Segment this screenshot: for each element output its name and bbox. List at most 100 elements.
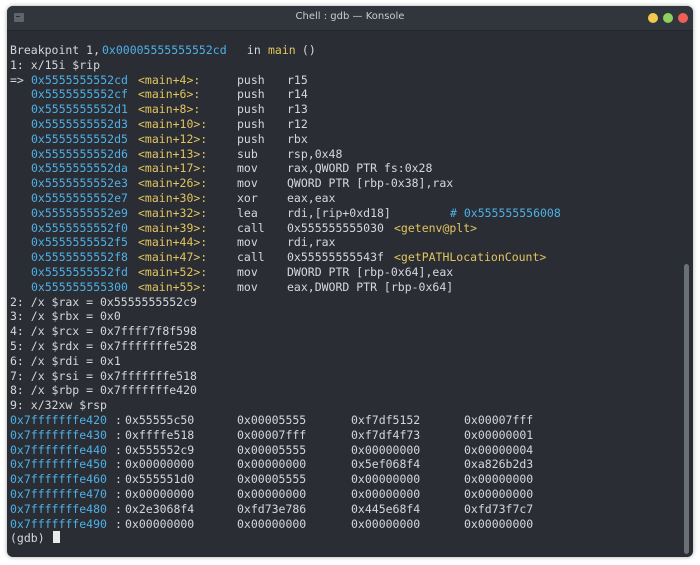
instruction-operands: rsp,0x48: [287, 146, 343, 161]
memory-word: 0x00007fff: [237, 427, 307, 442]
maximize-button[interactable]: [663, 13, 673, 23]
memory-address: 0x7fffffffe490: [10, 516, 107, 531]
memory-word: 0x00005555: [237, 442, 307, 457]
memory-word: 0xfd73f7c7: [464, 501, 534, 516]
memory-row: 0x7fffffffe470:0x00000000 0x00000000 0x000…: [10, 487, 680, 502]
instruction-operands: 0x55555555543f: [287, 250, 384, 265]
memory-word: 0x00000000: [125, 486, 195, 501]
register-display-line: 4: /x $rcx = 0x7ffff7f8f598: [10, 324, 680, 339]
scrollbar[interactable]: [684, 264, 689, 554]
instruction-opcode: mov: [237, 264, 258, 279]
instruction-address: 0x5555555552e7: [31, 190, 128, 205]
register-value: 5: /x $rdx = 0x7fffffffe528: [10, 338, 197, 353]
memory-word: 0x00000000: [237, 486, 307, 501]
memory-word: 0x00000000: [237, 516, 307, 531]
instruction-symbol: <main+4>:: [138, 72, 201, 87]
disassembly-line: 0x5555555552e9 <main+32>: lea rdi,[rip+0xd1…: [10, 206, 680, 221]
memory-address: 0x7fffffffe470: [10, 486, 107, 501]
memory-row: 0x7fffffffe490: 0x00000000 0x00000000 0x000…: [10, 517, 680, 532]
register-display-line: 5: /x $rdx = 0x7fffffffe528: [10, 339, 680, 354]
disassembly-line: 0x5555555552da <main+17>: mov rax,QWORD PTR…: [10, 161, 680, 176]
memory-address-colon: :: [115, 516, 122, 531]
memory-row: 0x7fffffffe430:0xffffe518 0x00007fff 0xf7d…: [10, 428, 680, 443]
text-cursor: [53, 531, 60, 544]
instruction-symbol: <main+32>:: [138, 205, 208, 220]
instruction-opcode: sub: [237, 146, 258, 161]
memory-address-colon: :: [115, 472, 122, 487]
memory-word: 0x00000000: [351, 516, 421, 531]
title-bar[interactable]: Chell : gdb — Konsole: [7, 6, 693, 31]
instruction-opcode: push: [237, 72, 265, 87]
memory-row: 0x7fffffffe420:0x55555c50 0x00005555 0xf7d…: [10, 413, 680, 428]
memory-row: 0x7fffffffe480:0x2e3068f4 0xfd73e786 0x445…: [10, 502, 680, 517]
disassembly-line: => 0x5555555552cd <main+4>: push r15: [10, 73, 680, 88]
memory-address: 0x7fffffffe450: [10, 457, 107, 472]
instruction-address: 0x5555555552e9: [31, 205, 128, 220]
memory-row: 0x7fffffffe440:0x555552c9 0x00005555 0x000…: [10, 443, 680, 458]
disassembly: => 0x5555555552cd <main+4>: push r15 0x55555…: [10, 73, 680, 295]
memory-word: 0x00005555: [237, 472, 307, 487]
gdb-prompt-line[interactable]: (gdb): [10, 531, 680, 546]
memory-address: 0x7fffffffe460: [10, 472, 107, 487]
breakpoint-line: Breakpoint 1, 0x00005555555552cd in main…: [10, 43, 680, 58]
display-command: 1: x/15i $rip: [10, 58, 680, 73]
breakpoint-prefix: Breakpoint 1,: [10, 43, 107, 57]
close-button[interactable]: [678, 13, 688, 23]
memory-address-colon: :: [115, 412, 122, 427]
instruction-operands: QWORD PTR [rbp-0x38],rax: [287, 176, 454, 191]
disassembly-line: 0x5555555552d3 <main+10>: push r12: [10, 117, 680, 132]
memory-address-colon: :: [115, 501, 122, 516]
instruction-address: 0x555555555300: [31, 279, 128, 294]
memory-word: 0x555552c9: [125, 442, 195, 457]
window-title: Chell : gdb — Konsole: [295, 11, 405, 22]
register-value: 7: /x $rsi = 0x7fffffffe518: [10, 368, 197, 383]
instruction-address: 0x5555555552e3: [31, 176, 128, 191]
memory-word: 0x00007fff: [464, 412, 534, 427]
disassembly-line: 0x5555555552f0 <main+39>: call 0x5555555550…: [10, 221, 680, 236]
instruction-symbol: <main+47>:: [138, 250, 208, 265]
instruction-opcode: call: [237, 250, 265, 265]
breakpoint-address: 0x00005555555552cd: [102, 43, 227, 57]
register-display-line: 2: /x $rax = 0x5555555552c9: [10, 295, 680, 310]
memory-word: 0x00000000: [464, 516, 534, 531]
register-value: 2: /x $rax = 0x5555555552c9: [10, 294, 197, 309]
instruction-symbol: <main+26>:: [138, 176, 208, 191]
instruction-opcode: lea: [237, 205, 258, 220]
instruction-operands: 0x555555555030: [287, 220, 384, 235]
register-value: 6: /x $rdi = 0x1: [10, 353, 121, 368]
disassembly-line: 0x5555555552f5 <main+44>: mov rdi,rax: [10, 235, 680, 250]
instruction-symbol: <main+8>:: [138, 102, 201, 117]
register-display-line: 7: /x $rsi = 0x7fffffffe518: [10, 369, 680, 384]
memory-word: 0x00000000: [464, 486, 534, 501]
register-display-line: 8: /x $rbp = 0x7fffffffe420: [10, 383, 680, 398]
instruction-operands: rax,QWORD PTR fs:0x28: [287, 161, 433, 176]
register-display-line: 3: /x $rbx = 0x0: [10, 309, 680, 324]
instruction-operands: eax,eax: [287, 190, 336, 205]
instruction-symbol: <main+17>:: [138, 161, 208, 176]
breakpoint-in: in: [240, 43, 268, 57]
memory-word: 0x00000000: [237, 457, 307, 472]
memory-command: 9: x/32xw $rsp: [10, 398, 680, 413]
memory-word: 0xf7df5152: [351, 412, 421, 427]
instruction-opcode: mov: [237, 176, 258, 191]
minimize-button[interactable]: [648, 13, 658, 23]
instruction-operands: r12: [287, 116, 308, 131]
memory-word: 0x00000000: [351, 472, 421, 487]
instruction-address: 0x5555555552f8: [31, 250, 128, 265]
breakpoint-args: (): [295, 43, 316, 57]
register-value: 8: /x $rbp = 0x7fffffffe420: [10, 383, 197, 398]
memory-address-colon: :: [115, 457, 122, 472]
instruction-address: 0x5555555552d1: [31, 102, 128, 117]
memory-word: 0xffffe518: [125, 427, 195, 442]
memory-word: 0xa826b2d3: [464, 457, 534, 472]
instruction-opcode: call: [237, 220, 265, 235]
instruction-opcode: push: [237, 102, 265, 117]
memory-word: 0x2e3068f4: [125, 501, 195, 516]
instruction-operands: rdi,[rip+0xd18]: [287, 205, 391, 220]
breakpoint-function: main: [268, 43, 296, 57]
memory-word: 0x00000000: [125, 457, 195, 472]
instruction-operands: r14: [287, 87, 308, 102]
instruction-symbol: <main+55>:: [138, 279, 208, 294]
instruction-operands: rdi,rax: [287, 235, 336, 250]
terminal-output[interactable]: Breakpoint 1, 0x00005555555552cd in main…: [10, 43, 680, 555]
